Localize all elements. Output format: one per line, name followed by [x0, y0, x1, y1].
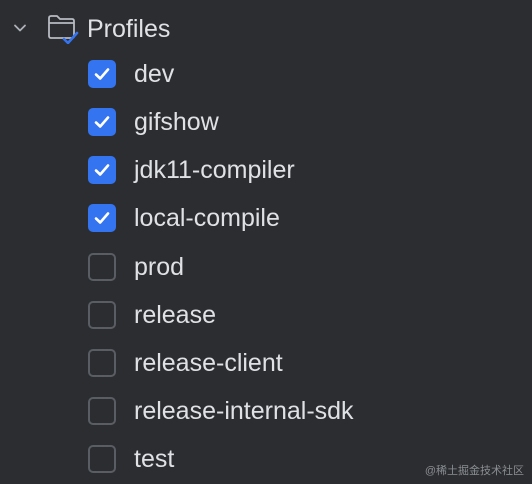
profile-checkbox[interactable]	[88, 156, 116, 184]
profiles-group-row[interactable]: Profiles	[0, 4, 532, 48]
profile-item-release-client[interactable]: release-client	[88, 346, 518, 380]
folder-check-icon	[46, 12, 80, 45]
profile-item-release[interactable]: release	[88, 298, 518, 332]
profile-label: local-compile	[134, 204, 280, 232]
profile-checkbox[interactable]	[88, 301, 116, 329]
profile-item-jdk11-compiler[interactable]: jdk11-compiler	[88, 153, 518, 187]
profile-label: test	[134, 445, 175, 473]
profile-item-dev[interactable]: dev	[88, 57, 518, 91]
profile-label: release	[134, 301, 216, 329]
profile-item-gifshow[interactable]: gifshow	[88, 105, 518, 139]
profile-label: dev	[134, 60, 175, 88]
profile-item-prod[interactable]: prod	[88, 250, 518, 284]
profile-checkbox[interactable]	[88, 108, 116, 136]
checkmark-icon	[94, 116, 110, 128]
chevron-down-icon[interactable]	[10, 18, 30, 38]
checkmark-icon	[94, 68, 110, 80]
profile-item-local-compile[interactable]: local-compile	[88, 201, 518, 235]
profiles-group-label: Profiles	[87, 15, 171, 43]
checkmark-icon	[94, 212, 110, 224]
profile-label: release-client	[134, 349, 283, 377]
profile-checkbox[interactable]	[88, 253, 116, 281]
profile-checkbox[interactable]	[88, 397, 116, 425]
profile-label: jdk11-compiler	[134, 156, 295, 184]
profile-checkbox[interactable]	[88, 204, 116, 232]
profile-label: prod	[134, 253, 185, 281]
checkmark-icon	[94, 164, 110, 176]
profile-checkbox[interactable]	[88, 60, 116, 88]
profile-item-release-internal-sdk[interactable]: release-internal-sdk	[88, 394, 518, 428]
profile-checkbox[interactable]	[88, 445, 116, 473]
profile-label: gifshow	[134, 108, 219, 136]
watermark: @稀土掘金技术社区	[424, 465, 524, 477]
profile-checkbox[interactable]	[88, 349, 116, 377]
profiles-tree: Profiles dev gifshow jdk11-compiler local-c…	[0, 0, 532, 484]
profile-label: release-internal-sdk	[134, 397, 354, 425]
